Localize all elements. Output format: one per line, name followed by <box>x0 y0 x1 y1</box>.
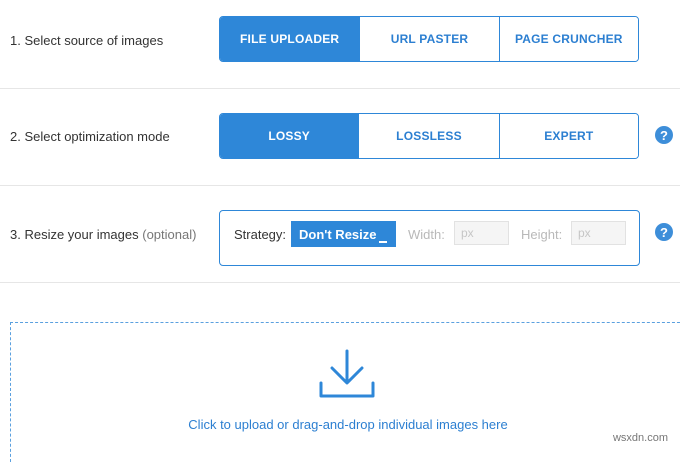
lossy-button[interactable]: LOSSY <box>220 114 359 158</box>
step1-label: 1. Select source of images <box>10 33 164 48</box>
lossless-button[interactable]: LOSSLESS <box>358 114 499 158</box>
select-caret-icon <box>379 241 387 243</box>
step3-label-text: 3. Resize your images <box>10 227 139 242</box>
file-uploader-button[interactable]: FILE UPLOADER <box>220 17 360 61</box>
strategy-select[interactable]: Don't Resize <box>291 221 396 247</box>
step3-label: 3. Resize your images (optional) <box>10 227 196 242</box>
expert-button[interactable]: EXPERT <box>498 114 638 158</box>
width-label: Width: <box>408 227 445 242</box>
strategy-value: Don't Resize <box>299 226 377 242</box>
divider <box>0 88 680 89</box>
url-paster-button[interactable]: URL PASTER <box>359 17 499 61</box>
page-cruncher-button[interactable]: PAGE CRUNCHER <box>498 17 638 61</box>
height-label: Height: <box>521 227 563 242</box>
width-input[interactable]: px <box>454 221 509 245</box>
divider <box>0 282 680 283</box>
mode-selector: LOSSY LOSSLESS EXPERT <box>219 113 639 159</box>
source-selector: FILE UPLOADER URL PASTER PAGE CRUNCHER <box>219 16 639 62</box>
resize-panel: Strategy: Don't Resize Width: px Height:… <box>219 210 640 266</box>
divider <box>0 185 680 186</box>
strategy-label: Strategy: <box>234 227 287 242</box>
watermark: wsxdn.com <box>612 432 668 444</box>
optional-note: (optional) <box>142 227 197 242</box>
help-icon[interactable]: ? <box>655 126 673 144</box>
upload-prompt[interactable]: Click to upload or drag-and-drop individ… <box>0 417 680 432</box>
help-icon[interactable]: ? <box>655 223 673 241</box>
step2-label: 2. Select optimization mode <box>10 129 170 144</box>
download-arrow-icon[interactable] <box>318 349 376 399</box>
height-input[interactable]: px <box>571 221 626 245</box>
